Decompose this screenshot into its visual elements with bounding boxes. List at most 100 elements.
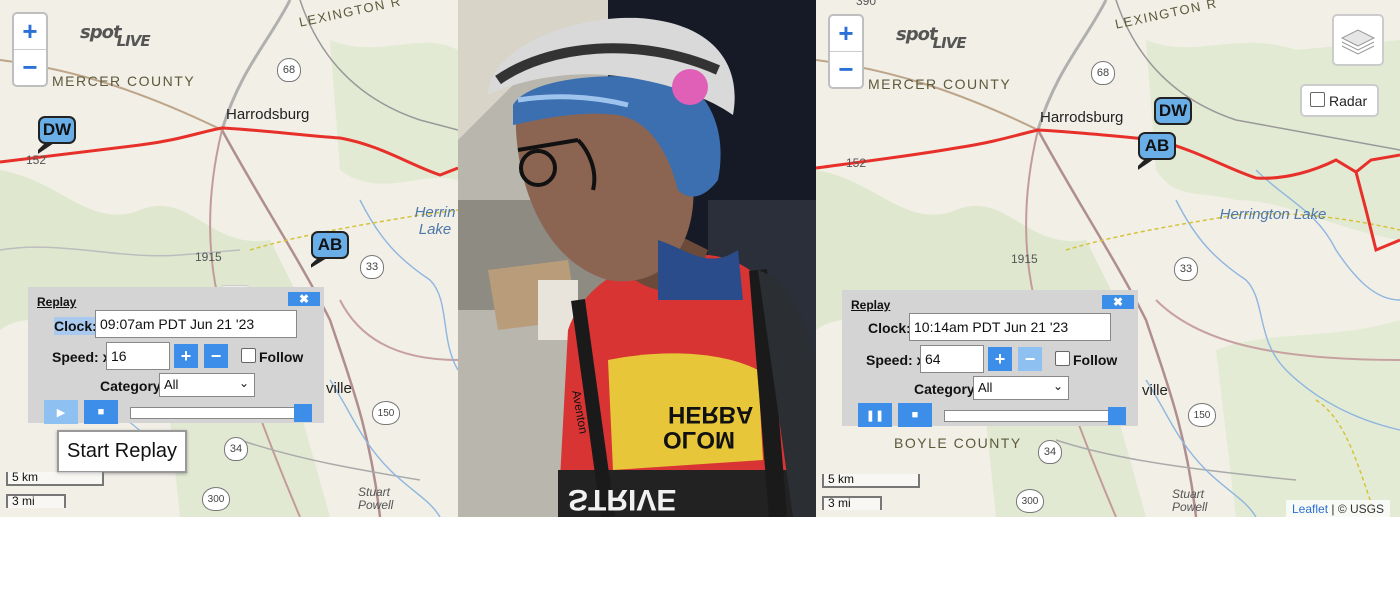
right-speed-label: Speed: x [866, 352, 925, 368]
left-clock-field[interactable]: 09:07am PDT Jun 21 '23 [95, 310, 297, 338]
left-shield-300: 300 [202, 487, 230, 511]
right-category-select[interactable]: All ⌄ [973, 376, 1069, 400]
right-road-1915: 1915 [1011, 252, 1038, 266]
right-scale-km: 5 km [822, 473, 920, 488]
left-map[interactable]: + − spotLIVE MERCER COUNTY LEXINGTON R H… [0, 0, 458, 517]
left-shield-68: 68 [277, 58, 301, 82]
left-spot-logo: spotLIVE [80, 22, 154, 50]
right-clock-label: Clock: [868, 320, 911, 336]
attribution-text: | © USGS [1331, 502, 1385, 516]
right-scale-mi: 3 mi [822, 496, 882, 510]
layers-button[interactable] [1332, 14, 1384, 66]
start-replay-tooltip: Start Replay [57, 430, 188, 473]
right-replay-progress-track[interactable] [944, 410, 1124, 422]
left-replay-progress-track[interactable] [130, 407, 310, 419]
left-zoom-out-button[interactable]: − [14, 49, 46, 85]
left-category-label: Category: [100, 378, 166, 394]
left-shield-34: 34 [224, 437, 248, 461]
radar-toggle[interactable]: Radar [1300, 84, 1380, 117]
right-marker-ab[interactable]: AB [1138, 132, 1178, 180]
right-category-label: Category: [914, 381, 980, 397]
layers-icon [1340, 29, 1376, 55]
right-speed-field[interactable]: 64 [920, 345, 984, 373]
right-zoom-control: + − [828, 14, 864, 89]
left-category-value: All [164, 377, 179, 392]
right-lake-label: Herrington Lake [1219, 206, 1327, 223]
right-replay-control: Replay ✖ Clock: 10:14am PDT Jun 21 '23 S… [842, 290, 1138, 427]
jersey-text-herba: HERBA [668, 401, 754, 428]
left-marker-ab-label: AB [311, 231, 349, 259]
left-speed-label: Speed: x [52, 349, 111, 365]
right-category-value: All [978, 380, 993, 395]
right-county-label: MERCER COUNTY [868, 76, 1012, 92]
left-county-label: MERCER COUNTY [52, 73, 196, 89]
right-map[interactable]: + − spotLIVE MERCER COUNTY BOYLE COUNTY … [816, 0, 1400, 517]
left-category-select[interactable]: All ⌄ [159, 373, 255, 397]
left-road-1915: 1915 [195, 250, 222, 264]
leaflet-link[interactable]: Leaflet [1292, 502, 1328, 516]
left-category-chevron-down-icon: ⌄ [238, 376, 249, 390]
left-replay-close-button[interactable]: ✖ [288, 292, 320, 306]
right-replay-progress-thumb[interactable] [1108, 407, 1126, 425]
right-replay-close-button[interactable]: ✖ [1102, 295, 1134, 309]
right-follow-label: Follow [1073, 352, 1118, 368]
right-shield-33: 33 [1174, 257, 1198, 281]
right-marker-dw-label: DW [1154, 97, 1192, 125]
right-zoom-in-button[interactable]: + [830, 16, 862, 51]
right-speed-plus-button[interactable]: + [988, 347, 1012, 371]
left-replay-progress-thumb[interactable] [294, 404, 312, 422]
right-replay-title: Replay [851, 298, 891, 312]
right-town-label: Harrodsburg [1040, 109, 1124, 126]
left-speed-minus-button[interactable]: − [204, 344, 228, 368]
right-county2-label: BOYLE COUNTY [894, 435, 1022, 451]
right-marker-ab-label: AB [1138, 132, 1176, 160]
left-replay-title: Replay [37, 295, 77, 309]
left-scale-km: 5 km [6, 471, 104, 486]
left-shield-33: 33 [360, 255, 384, 279]
right-pause-button[interactable]: ❚❚ [858, 403, 892, 427]
right-stop-button[interactable]: ■ [898, 403, 932, 427]
right-clock-field[interactable]: 10:14am PDT Jun 21 '23 [909, 313, 1111, 341]
right-spot-logo-text: spot [896, 24, 938, 45]
left-live-logo-text: LIVE [116, 32, 151, 50]
radar-checkbox[interactable] [1310, 92, 1325, 107]
left-scale-mi: 3 mi [6, 494, 66, 508]
rider-photo-image [458, 0, 816, 517]
map-attribution: Leaflet | © USGS [1286, 500, 1391, 517]
right-shield-68: 68 [1091, 61, 1115, 85]
right-category-chevron-down-icon: ⌄ [1052, 379, 1063, 393]
left-town-label: Harrodsburg [226, 106, 310, 123]
left-spot-logo-text: spot [80, 22, 122, 43]
right-spot-logo: spotLIVE [896, 24, 970, 52]
right-road-152: 152 [846, 156, 867, 170]
left-follow-label: Follow [259, 349, 304, 365]
right-follow-checkbox[interactable] [1055, 351, 1070, 366]
right-road-390: 390 [856, 0, 877, 8]
left-clock-label: Clock: [54, 317, 97, 335]
left-speed-field[interactable]: 16 [106, 342, 170, 370]
left-lake-label: Herrin Lake [414, 204, 456, 238]
left-zoom-in-button[interactable]: + [14, 14, 46, 49]
right-shield-300: 300 [1016, 489, 1044, 513]
left-place-stuart: Stuart Powell [358, 485, 394, 512]
left-marker-dw-label: DW [38, 116, 76, 144]
left-marker-dw[interactable]: DW [38, 116, 78, 164]
right-place-stuart: Stuart Powell [1172, 487, 1208, 514]
right-town-partial-label: ville [1142, 382, 1168, 399]
right-live-logo-text: LIVE [932, 34, 967, 52]
right-zoom-out-button[interactable]: − [830, 51, 862, 87]
right-speed-minus-button[interactable]: − [1018, 347, 1042, 371]
rider-photo: HERBA OLOM STRIVE Aventon [458, 0, 816, 517]
left-follow-checkbox[interactable] [241, 348, 256, 363]
right-shield-34: 34 [1038, 440, 1062, 464]
left-stop-button[interactable]: ■ [84, 400, 118, 424]
radar-label: Radar [1329, 93, 1368, 109]
left-speed-plus-button[interactable]: + [174, 344, 198, 368]
left-play-button[interactable]: ▶ [44, 400, 78, 424]
left-zoom-control: + − [12, 12, 48, 87]
left-marker-ab[interactable]: AB [311, 231, 351, 279]
left-replay-control: Replay ✖ Clock: 09:07am PDT Jun 21 '23 S… [28, 287, 324, 424]
jersey-text-olom: OLOM [663, 426, 735, 453]
right-shield-150: 150 [1188, 403, 1216, 427]
left-town-partial-label: ville [326, 380, 352, 397]
